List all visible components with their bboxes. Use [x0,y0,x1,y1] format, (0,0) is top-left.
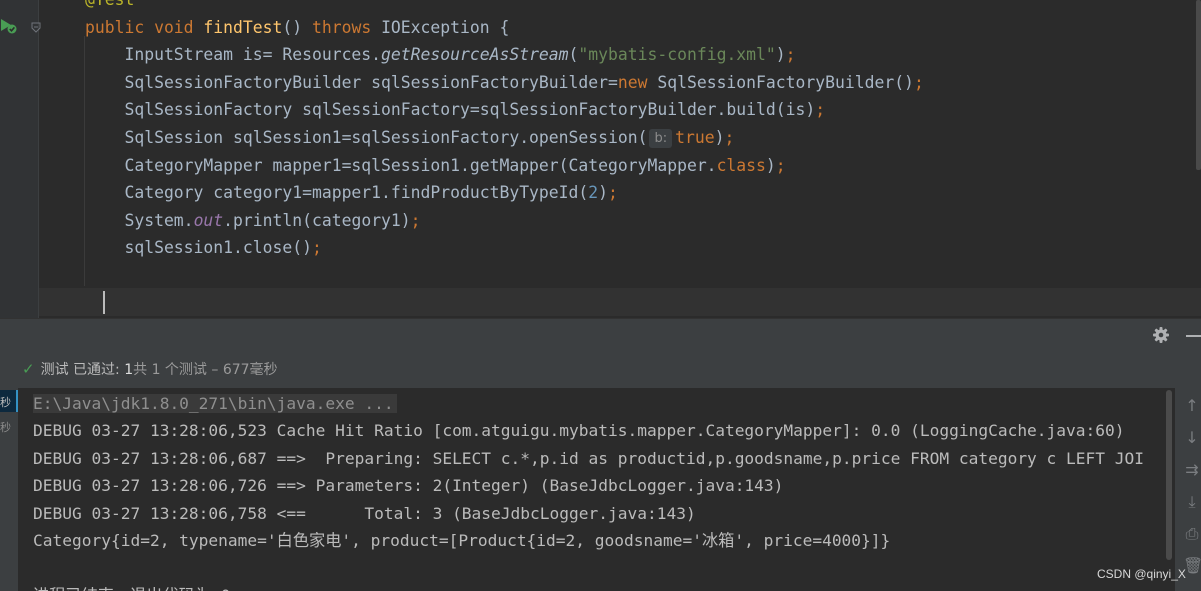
code-token: SqlSessionFactoryBuilder sqlSessionFacto… [85,72,618,92]
code-token: true [675,128,715,147]
code-line[interactable]: InputStream is= Resources.getResourceAsS… [85,41,796,68]
tree-item-duration[interactable]: 秒 [0,394,11,410]
code-token: ; [410,210,421,230]
code-token: ) [765,155,776,175]
code-token: class [716,155,766,175]
gear-icon[interactable] [1152,326,1170,344]
code-token: Category category1=mapper1.findProductBy… [85,183,589,203]
caret-line-highlight [39,288,1201,316]
gutter-separator [38,0,39,318]
panel-divider [0,318,1201,319]
text-caret [103,291,105,314]
console-command[interactable]: E:\Java\jdk1.8.0_271\bin\java.exe ... [33,394,397,413]
code-token: SqlSessionFactoryBuilder() [657,72,914,92]
code-token: out [193,210,224,230]
status-passed-count: 1 [124,362,134,378]
test-tree[interactable]: 秒 秒 [0,388,18,591]
code-token: ) [598,183,609,203]
console-line: DEBUG 03-27 13:28:06,758 <== Total: 3 (B… [33,504,696,523]
code-token: ( [568,45,579,65]
minimize-icon[interactable] [1186,335,1201,337]
code-token: InputStream is= Resources. [85,45,382,65]
parameter-hint: b: [649,129,673,148]
code-token: 2 [588,183,599,203]
run-test-icon[interactable] [0,17,18,35]
code-token: public void [85,17,204,37]
code-line[interactable]: Category category1=mapper1.findProductBy… [85,179,618,206]
tree-item-duration[interactable]: 秒 [0,419,11,435]
code-line[interactable]: System.out.println(category1); [85,207,421,234]
code-token: ; [311,238,322,258]
editor-gutter [0,0,38,318]
scroll-to-end-icon[interactable]: ⤓ [1183,492,1201,512]
code-token: ) [714,128,725,147]
console-output[interactable]: E:\Java\jdk1.8.0_271\bin\java.exe ... DE… [18,388,1175,591]
code-token: ; [815,100,826,120]
console-line: DEBUG 03-27 13:28:06,687 ==> Preparing: … [33,449,1145,468]
code-token: sqlSession1.close() [85,238,312,258]
code-token: ; [775,155,786,175]
test-status: ✓ 测试 已通过: 1共 1 个测试 – 677毫秒 [22,358,278,380]
code-line[interactable]: SqlSession sqlSession1=sqlSessionFactory… [85,124,734,151]
arrow-down-icon[interactable]: ↓ [1183,428,1201,448]
status-label: 测试 已通过: [40,362,125,378]
code-line[interactable]: CategoryMapper mapper1=sqlSession1.getMa… [85,152,786,179]
fold-icon[interactable] [31,22,41,34]
code-token: ; [608,183,618,203]
code-token: () [282,17,312,37]
console-scrollbar[interactable] [1166,390,1172,560]
code-token: new [617,72,658,92]
code-token: SqlSessionFactory sqlSessionFactory=sqlS… [85,100,816,120]
console-line: 进程已结束，退出代码为 0 [33,582,231,591]
code-line[interactable]: public void findTest() throws IOExceptio… [85,14,509,41]
code-token: ) [775,45,786,65]
code-token: getResourceAsStream [381,45,569,65]
console-line: DEBUG 03-27 13:28:06,523 Cache Hit Ratio… [33,421,1125,440]
code-line[interactable]: SqlSessionFactoryBuilder sqlSessionFacto… [85,69,924,96]
csdn-watermark: CSDN @qinyi_X [1097,567,1186,581]
code-token: @Test [85,0,134,9]
code-token: CategoryMapper mapper1=sqlSession1.getMa… [85,155,717,175]
print-icon[interactable]: ⎙ [1183,524,1201,544]
console-line: DEBUG 03-27 13:28:06,726 ==> Parameters:… [33,476,784,495]
code-token: SqlSession sqlSession1=sqlSessionFactory… [85,128,648,147]
code-token: findTest [203,17,283,37]
run-tool-window: ✓ 测试 已通过: 1共 1 个测试 – 677毫秒 秒 秒 E:\Java\jd… [0,318,1201,591]
arrow-up-icon[interactable]: ↑ [1183,396,1201,416]
soft-wrap-icon[interactable]: ⇉ [1183,460,1201,480]
code-line[interactable]: SqlSessionFactory sqlSessionFactory=sqlS… [85,96,825,123]
code-token: .println(category1) [223,210,411,230]
passed-check-icon: ✓ [22,360,35,378]
code-token: throws [311,17,382,37]
code-line[interactable]: @Test [85,0,134,13]
editor-scrollbar[interactable] [1196,0,1201,170]
code-token: System. [85,210,194,230]
code-token: IOException { [381,17,510,37]
code-line[interactable]: sqlSession1.close(); [85,234,322,261]
code-editor[interactable]: @Testpublic void findTest() throws IOExc… [0,0,1201,318]
console-command-line: E:\Java\jdk1.8.0_271\bin\java.exe ... [33,390,397,417]
code-token: ; [724,128,735,147]
code-token: ; [785,45,796,65]
status-summary: 共 1 个测试 – 677毫秒 [133,362,278,378]
code-token: "mybatis-config.xml" [578,45,776,65]
console-line: Category{id=2, typename='白色家电', product=… [33,531,891,550]
code-token: ; [913,72,924,92]
